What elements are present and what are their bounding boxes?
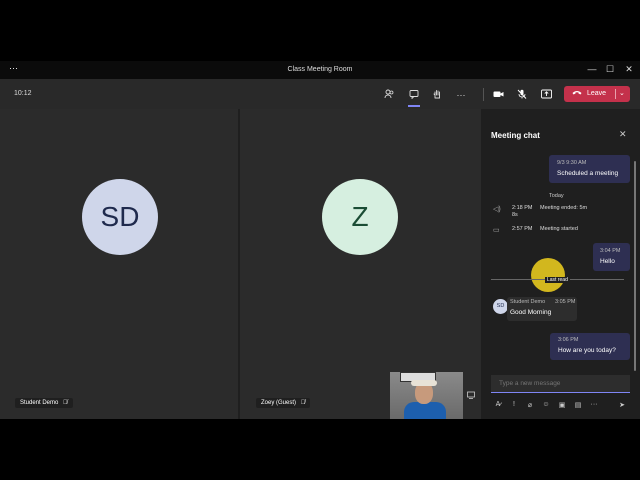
people-icon[interactable] [383,89,395,101]
chat-icon[interactable] [408,89,420,101]
name-label-student-demo: Student Demo 🎙̸ [15,398,73,408]
cursor-highlight [531,258,565,292]
more-icon[interactable]: ··· [455,89,467,101]
leave-divider [615,89,616,99]
close-icon[interactable]: ✕ [619,129,627,140]
self-video-preview[interactable] [390,372,463,419]
gif-icon[interactable]: ▣ [557,401,567,409]
chat-message-incoming: Student Demo 3:05 PM Good Morning [507,297,577,321]
minimize-button[interactable]: — [585,64,599,74]
window-title: Class Meeting Room [287,66,353,73]
title-bar: ··· Class Meeting Room — ☐ ✕ [0,61,640,79]
message-text: Hello [600,258,615,265]
raise-hand-icon[interactable] [431,89,443,101]
speaker-icon: ◁) [493,206,501,213]
teams-meeting-window: ··· Class Meeting Room — ☐ ✕ 10:12 ··· L… [0,61,640,419]
message-time: 3:06 PM [558,337,579,343]
avatar-student-demo: SD [493,299,508,314]
toolbar-divider [483,88,484,101]
participant-name: Student Demo [20,400,59,406]
avatar-zoey: Z [322,179,398,255]
important-icon[interactable]: ! [509,401,519,408]
mic-off-icon: 🎙̸ [300,400,306,406]
message-text: Good Morning [510,309,552,316]
message-time: 9/3 9:30 AM [557,160,587,166]
more-options-icon[interactable]: ··· [589,401,599,408]
last-read-label: Last read [545,277,570,283]
emoji-icon[interactable]: ☺ [541,401,551,408]
avatar-student-demo: SD [82,179,158,255]
system-text: Meeting started [540,226,578,232]
video-call-icon: ▭ [493,227,500,234]
chat-active-indicator [408,105,420,107]
phone-icon [572,89,582,98]
chat-message-outgoing: 9/3 9:30 AM Scheduled a meeting [549,155,630,183]
attach-icon[interactable]: ⌀ [525,401,535,409]
format-icon[interactable]: A̷ [493,401,503,408]
participant-tile-student-demo[interactable] [0,109,238,419]
message-input[interactable] [491,375,630,392]
video-person-shirt [404,402,446,419]
chat-message-outgoing: 3:04 PM Hello [593,243,630,271]
video-person-hat [411,380,437,386]
message-time: 3:05 PM [555,299,576,305]
compose-box[interactable] [491,375,630,393]
maximize-button[interactable]: ☐ [603,64,617,75]
participant-name: Zoey (Guest) [261,400,297,406]
message-time: 3:04 PM [600,248,621,254]
meeting-toolbar: 10:12 ··· Leave ⌄ [0,79,640,109]
message-text: How are you today? [558,347,616,354]
close-window-button[interactable]: ✕ [622,64,636,75]
system-text: Meeting ended: 5m [540,205,588,211]
date-divider: Today [549,193,564,199]
chat-scrollbar[interactable] [634,161,636,371]
meeting-chat-panel: Meeting chat ✕ 9/3 9:30 AM Scheduled a m… [483,109,640,419]
message-sender: Student Demo [510,299,546,305]
mic-off-icon: 🎙̸ [63,400,68,406]
chat-title: Meeting chat [491,131,540,140]
chat-message-outgoing: 3:06 PM How are you today? [550,333,630,360]
mic-off-icon[interactable] [516,89,528,101]
video-expand-icon[interactable] [467,391,475,401]
share-icon[interactable] [540,89,552,101]
name-label-zoey: Zoey (Guest) 🎙̸ [256,398,311,408]
message-text: Scheduled a meeting [557,170,619,177]
leave-button[interactable]: Leave ⌄ [564,86,630,102]
system-time: 2:18 PM [512,205,533,211]
system-time: 2:57 PM [512,226,533,232]
camera-icon[interactable] [492,89,504,101]
sticker-icon[interactable]: ▤ [573,401,583,409]
send-icon[interactable]: ➤ [617,401,627,409]
meeting-timer: 10:12 [14,90,32,97]
leave-label: Leave [587,90,607,97]
chevron-down-icon[interactable]: ⌄ [619,89,625,97]
system-extra: 8s [512,212,518,218]
